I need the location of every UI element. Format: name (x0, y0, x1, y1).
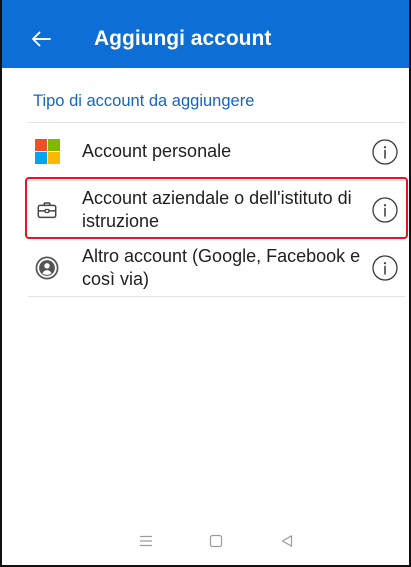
menu-icon (140, 535, 152, 547)
microsoft-logo-graphic (34, 139, 60, 164)
logo-square-red (34, 139, 47, 151)
account-option-label: Account aziendale o dell'istituto di ist… (82, 187, 352, 231)
account-option-label: Account personale (82, 141, 232, 161)
briefcase-graphic (37, 201, 57, 218)
logo-square-yellow (47, 152, 60, 164)
info-button[interactable] (372, 254, 398, 281)
logo-square-green (47, 139, 60, 151)
account-option-other[interactable]: Altro account (Google, Facebook e così v… (28, 239, 405, 297)
nav-home-button[interactable] (209, 534, 223, 548)
page-title: Aggiungi account (94, 27, 272, 50)
account-option-personal[interactable]: Account personale (28, 123, 405, 181)
person-circle-icon (34, 255, 60, 281)
screen: Aggiungi account Tipo di account da aggi… (0, 0, 411, 567)
info-button[interactable] (372, 196, 398, 223)
info-icon (372, 196, 398, 223)
account-option-label: Altro account (Google, Facebook e così v… (82, 245, 361, 289)
info-icon (372, 254, 398, 281)
info-button[interactable] (372, 138, 398, 165)
app-header: Aggiungi account (0, 0, 411, 68)
system-nav-bar (0, 526, 411, 556)
briefcase-icon (34, 197, 60, 223)
nav-menu-button[interactable] (139, 534, 153, 548)
back-button[interactable] (29, 27, 53, 51)
account-option-work-school[interactable]: Account aziendale o dell'istituto di ist… (25, 177, 408, 239)
info-icon (372, 138, 398, 165)
home-icon (209, 534, 223, 548)
section-label: Tipo di account da aggiungere (33, 92, 255, 110)
logo-square-blue (34, 152, 47, 164)
back-icon (281, 535, 293, 547)
person-circle-graphic (35, 256, 59, 279)
microsoft-logo-icon (34, 139, 60, 165)
account-type-list: Account personale Account aziendale o de… (25, 122, 408, 297)
arrow-left-icon (32, 31, 51, 47)
nav-back-button[interactable] (280, 534, 294, 548)
